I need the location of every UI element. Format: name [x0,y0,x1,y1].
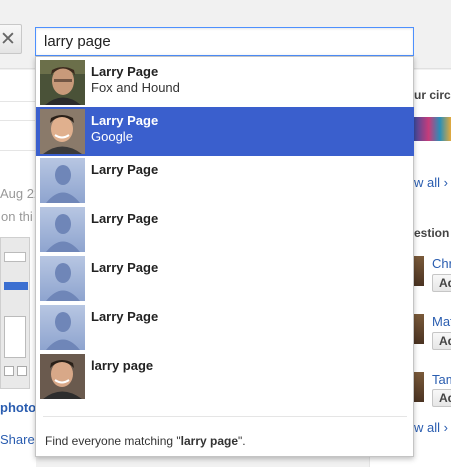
close-button[interactable]: ✕ [0,24,22,54]
divider [43,416,407,417]
footer-suffix: ". [238,434,246,448]
suggestion-name: Larry Page [91,260,159,275]
add-button[interactable]: Ad [432,332,451,350]
share-link[interactable]: Share [0,432,35,447]
footer-query: larry page [180,434,239,448]
avatar [40,354,85,399]
suggestions-heading: estion [414,226,450,240]
close-icon: ✕ [0,29,16,50]
divider [0,150,36,151]
default-avatar-icon [40,305,85,350]
post-screenshot-thumbnail[interactable] [0,237,30,389]
suggestion-name: Larry Page [91,64,159,79]
suggestion-item[interactable]: Larry Page [36,205,413,254]
suggestion-name: larry page [91,358,154,373]
search-input[interactable] [35,27,414,56]
add-button[interactable]: Ad [432,389,451,407]
suggestion-item-selected[interactable]: Larry Page Google [36,107,414,156]
suggestion-name[interactable]: Chr [432,256,451,271]
suggestion-avatar[interactable] [414,372,424,402]
divider [0,101,36,102]
suggestion-item[interactable]: Larry Page [36,254,413,303]
suggestion-item[interactable]: Larry Page [36,156,413,205]
suggestion-name: Larry Page [91,162,159,177]
suggestion-name: Larry Page [91,211,159,226]
post-text: on thi [1,209,33,224]
footer-prefix: Find everyone matching " [45,434,181,448]
default-avatar-icon [40,256,85,301]
suggestion-subtitle: Fox and Hound [91,80,180,95]
suggestion-subtitle: Google [91,129,133,144]
avatar [40,109,85,154]
add-button[interactable]: Ad [432,274,451,292]
divider [0,120,36,121]
circles-heading: ur circ [414,88,451,102]
default-avatar-icon [40,158,85,203]
suggestion-name: Larry Page [91,309,159,324]
suggestion-item[interactable]: larry page [36,352,413,401]
suggestion-name: Larry Page [91,113,159,128]
suggestion-name[interactable]: Mat [432,314,451,329]
suggestion-name[interactable]: Tam [432,372,451,387]
view-all-link[interactable]: w all › [414,175,448,190]
suggestion-avatar[interactable] [414,314,424,344]
suggestion-item[interactable]: Larry Page [36,303,413,352]
find-everyone-link[interactable]: Find everyone matching "larry page". [45,434,246,448]
autocomplete-dropdown: Larry Page Fox and Hound Larry Page Goog… [35,56,414,457]
avatar [40,60,85,105]
circle-member-avatars[interactable] [414,117,451,141]
suggestion-item[interactable]: Larry Page Fox and Hound [36,58,413,107]
default-avatar-icon [40,207,85,252]
suggestion-avatar[interactable] [414,256,424,286]
view-all-link[interactable]: w all › [414,420,448,435]
